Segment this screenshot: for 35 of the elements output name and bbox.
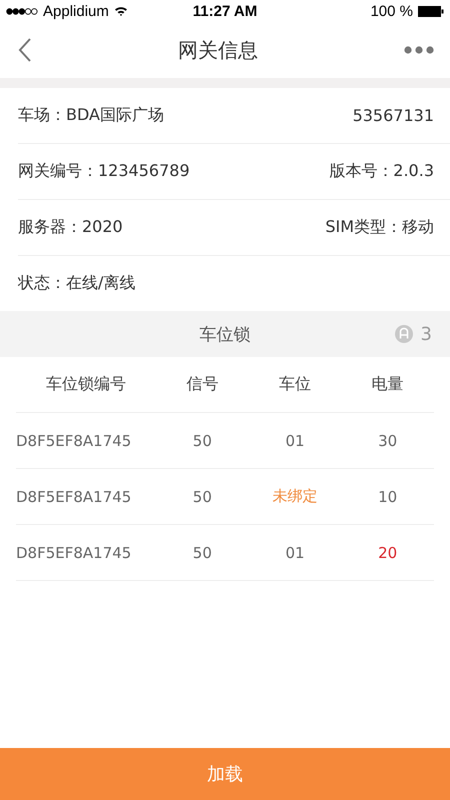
battery-percent: 100 % xyxy=(370,2,413,20)
carrier-name: Applidium xyxy=(43,2,109,20)
table-cell-text: 30 xyxy=(377,432,398,450)
wifi-icon xyxy=(114,6,128,16)
table-cell-text: D8F5EF8A1745 xyxy=(16,544,132,562)
table-cell-text: D8F5EF8A1745 xyxy=(16,432,132,450)
back-icon[interactable] xyxy=(18,38,32,62)
column-header: 车位 xyxy=(278,374,312,395)
info-value: SIM类型：移动 xyxy=(325,217,434,238)
info-label: 车场：BDA国际广场 xyxy=(18,105,164,126)
column-header: 车位锁编号 xyxy=(45,374,127,395)
table-cell-text: 01 xyxy=(284,544,306,562)
table-cell-text: 01 xyxy=(284,432,306,450)
section-title: 车位锁 xyxy=(200,324,250,346)
battery-icon xyxy=(418,6,444,16)
info-value: 53567131 xyxy=(352,106,434,125)
more-icon[interactable] xyxy=(404,46,434,54)
status-time: 11:27 AM xyxy=(192,2,258,20)
table-cell-text: 10 xyxy=(377,488,398,506)
info-label: 服务器：2020 xyxy=(18,217,123,238)
table-cell-text: 20 xyxy=(377,544,398,562)
info-value: 版本号：2.0.3 xyxy=(329,161,434,182)
lock-count: 3 xyxy=(420,324,432,344)
signal-icon xyxy=(6,8,38,14)
table-cell-text: D8F5EF8A1745 xyxy=(16,488,132,506)
table-cell-text: 50 xyxy=(192,432,213,450)
info-label: 状态：在线/离线 xyxy=(18,273,136,294)
page-title: 网关信息 xyxy=(178,36,258,64)
load-button[interactable]: 加载 xyxy=(0,748,450,800)
table-cell-text: 50 xyxy=(192,488,213,506)
column-header: 电量 xyxy=(370,374,405,395)
info-label: 网关编号：123456789 xyxy=(18,161,190,182)
column-header: 信号 xyxy=(185,374,220,395)
table-cell-text: 未绑定 xyxy=(271,487,318,506)
table-cell-text: 50 xyxy=(192,544,213,562)
